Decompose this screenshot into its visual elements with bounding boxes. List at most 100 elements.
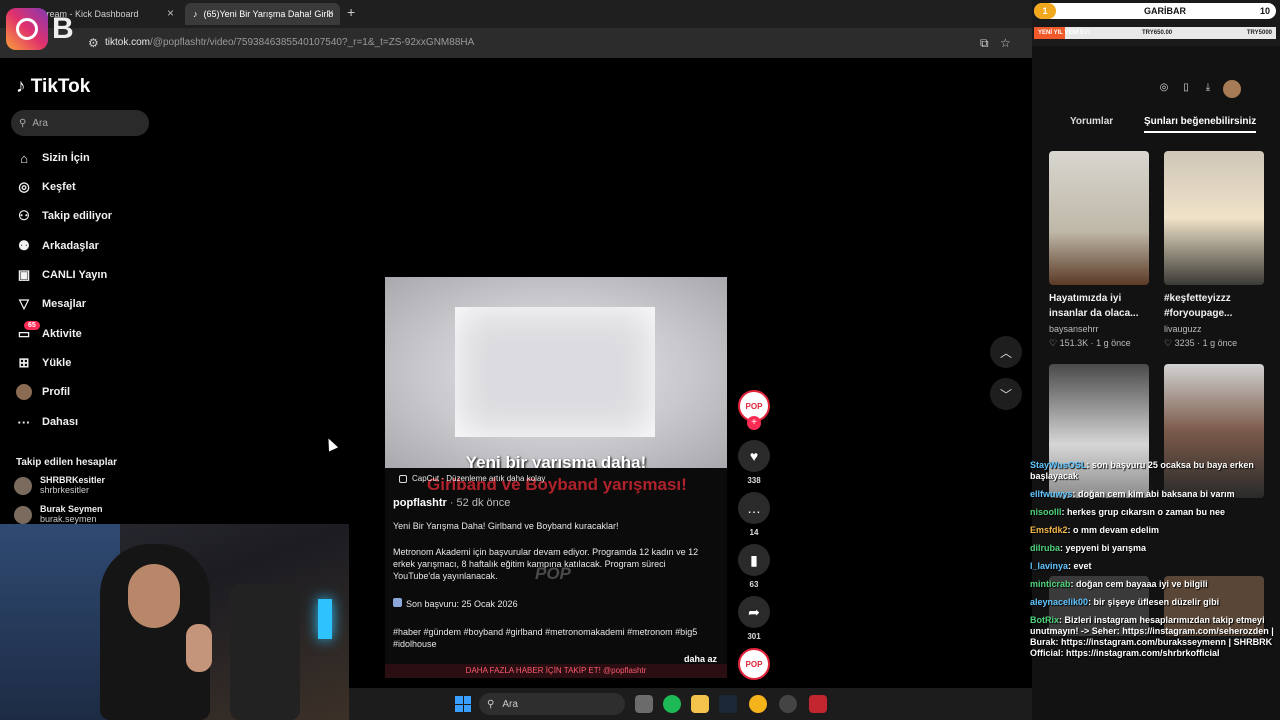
- chat-message: nisoolll: herkes grup cıkarsın o zaman b…: [1030, 507, 1280, 518]
- chat-username: nisoolll: [1030, 507, 1062, 517]
- previous-video-button[interactable]: ︿: [990, 336, 1022, 368]
- comment-button[interactable]: … 14: [738, 492, 770, 537]
- video-player[interactable]: Yeni bir yarışma daha!: [385, 277, 727, 468]
- chat-message: ellfwuwys: doğan cem kim abi baksana bi …: [1030, 489, 1280, 500]
- profile-avatar: [16, 384, 32, 400]
- nav-explore[interactable]: ◎ Keşfet: [16, 177, 76, 197]
- follow-plus-icon[interactable]: +: [747, 416, 761, 430]
- followed-account[interactable]: SHRBRKesitler shrbrkesitler: [14, 475, 105, 495]
- instagram-logo: [6, 8, 48, 50]
- b-logo: B: [52, 12, 74, 45]
- comment-count: 14: [749, 528, 759, 537]
- chat-message: StayWusOSL: son başvuru 25 ocaksa bu bay…: [1030, 460, 1280, 482]
- save-button[interactable]: ▮ 63: [738, 544, 770, 589]
- obs-icon[interactable]: [779, 695, 797, 713]
- url-path: /@popflashtr/video/7593846385540107540?_…: [150, 37, 475, 48]
- windows-start-icon[interactable]: [455, 696, 471, 712]
- capcut-link[interactable]: CapCut · Düzenleme artık daha kolay: [399, 474, 545, 483]
- chrome-icon[interactable]: [749, 695, 767, 713]
- like-button[interactable]: ♥ 338: [738, 440, 770, 485]
- avatar: [14, 506, 32, 524]
- chat-text: : Bizleri instagram hesaplarımızdan taki…: [1030, 615, 1274, 658]
- tiktok-logo[interactable]: ♪ TikTok: [16, 76, 90, 98]
- spotify-icon[interactable]: [663, 695, 681, 713]
- download-icon[interactable]: ⤓: [1201, 80, 1215, 94]
- creator-avatar-button[interactable]: POP +: [738, 390, 770, 430]
- heart-icon: ♡: [1164, 338, 1175, 348]
- chat-message: l_lavinya: evet: [1030, 561, 1280, 572]
- card-title[interactable]: #keşfetteyizzz #foryoupage...: [1164, 291, 1259, 321]
- steam-icon[interactable]: [719, 695, 737, 713]
- video-title: Yeni Bir Yarışma Daha! Girlband ve Boyba…: [393, 521, 619, 531]
- chat-username: minticrab: [1030, 579, 1071, 589]
- show-less-button[interactable]: daha az: [684, 654, 717, 664]
- account-name: Burak Seymen: [40, 504, 103, 514]
- nav-label: Takip ediliyor: [42, 210, 113, 222]
- deadline-text: Son başvuru: 25 Ocak 2026: [393, 598, 715, 610]
- save-count: 63: [749, 580, 759, 589]
- chat-text: : doğan cem kim abi baksana bi varım: [1072, 489, 1235, 499]
- notification-badge: 65: [24, 321, 40, 330]
- browser-tabbar: Stream - Kick Dashboard × ♪ (65)Yeni Bir…: [0, 0, 1032, 28]
- taskbar-search[interactable]: ⚲ Ara: [479, 693, 625, 715]
- mobile-icon[interactable]: ▯: [1179, 80, 1193, 94]
- task-view-icon[interactable]: [635, 695, 653, 713]
- stream-overlay-bar: 1 GARİBAR 10 YENİ YIL YENİ EV! TRY650.00…: [1032, 0, 1280, 46]
- address-field[interactable]: tiktok.com/@popflashtr/video/75938463855…: [105, 37, 474, 48]
- upload-icon: ⊞: [18, 355, 30, 370]
- goal-target: TRY5000: [1246, 30, 1272, 36]
- site-info-icon[interactable]: ⚙: [88, 36, 99, 50]
- search-input[interactable]: ⚲ Ara: [11, 110, 149, 136]
- tab-tiktok-video[interactable]: ♪ (65)Yeni Bir Yarışma Daha! Girlb ×: [185, 3, 340, 25]
- file-explorer-icon[interactable]: [691, 695, 709, 713]
- chat-message: Emsfdk2: o mm devam edelim: [1030, 525, 1280, 536]
- person-icon: ⚇: [18, 208, 30, 223]
- card-stats: ♡ 3235 · 1 g önce: [1164, 338, 1238, 348]
- share-button[interactable]: ➦ 301: [738, 596, 770, 641]
- garibar-level: 1: [1034, 3, 1056, 19]
- chevron-up-icon: ︿: [999, 345, 1012, 360]
- hashtags[interactable]: #haber #gündem #boyband #girlband #metro…: [393, 626, 715, 650]
- close-icon[interactable]: ×: [167, 6, 174, 20]
- nav-upload[interactable]: ⊞ Yükle: [16, 353, 72, 373]
- new-tab-icon[interactable]: +: [347, 4, 355, 20]
- chat-username: Emsfdk2: [1030, 525, 1068, 535]
- bookmark-star-icon[interactable]: ☆: [1000, 36, 1011, 50]
- next-video-button[interactable]: ﹀: [990, 378, 1022, 410]
- nav-friends[interactable]: ⚉ Arkadaşlar: [16, 236, 99, 256]
- nav-label: Yükle: [42, 357, 72, 369]
- streaming-app-icon[interactable]: [809, 695, 827, 713]
- nav-label: Mesajlar: [42, 298, 87, 310]
- right-panel-icons: ◎ ▯ ⤓: [1157, 80, 1241, 98]
- nav-messages[interactable]: ▽ Mesajlar: [16, 294, 86, 314]
- card-author[interactable]: baysansehrr: [1049, 324, 1099, 334]
- recommended-video-thumbnail[interactable]: [1049, 151, 1149, 285]
- card-author[interactable]: livauguzz: [1164, 324, 1202, 334]
- nav-following[interactable]: ⚇ Takip ediliyor: [16, 206, 112, 226]
- recommended-video-thumbnail[interactable]: [1164, 151, 1264, 285]
- card-title[interactable]: Hayatımızda iyi insanlar da olaca...: [1049, 291, 1144, 321]
- chat-username: aleynacelik00: [1030, 597, 1089, 607]
- garibar-target: 10: [1259, 6, 1270, 16]
- heart-icon: ♥: [738, 440, 770, 472]
- nav-more[interactable]: ··· Dahası: [16, 412, 79, 432]
- user-avatar[interactable]: [1223, 80, 1241, 98]
- nav-live[interactable]: ▣ CANLI Yayın: [16, 265, 107, 285]
- install-icon[interactable]: ⧉: [980, 36, 989, 51]
- nav-label: Keşfet: [42, 181, 76, 193]
- close-icon[interactable]: ×: [327, 6, 334, 20]
- video-author[interactable]: popflashtr · 52 dk önce: [393, 497, 510, 509]
- followed-account[interactable]: Burak Seymen burak.seymen: [14, 504, 103, 524]
- nav-for-you[interactable]: ⌂ Sizin İçin: [16, 148, 90, 168]
- chat-text: : bir şişeye üflesen düzelir gibi: [1088, 597, 1220, 607]
- sound-avatar-button[interactable]: POP: [738, 648, 770, 680]
- nav-profile[interactable]: Profil: [16, 382, 70, 402]
- sound-avatar: POP: [738, 648, 770, 680]
- tab-recommended[interactable]: Şunları beğenebilirsiniz: [1144, 116, 1257, 133]
- compass-icon[interactable]: ◎: [1157, 80, 1171, 94]
- tab-comments[interactable]: Yorumlar: [1070, 116, 1113, 127]
- garibar-label: GARİBAR: [1144, 6, 1186, 16]
- nav-label: Aktivite: [42, 328, 82, 340]
- nav-activity[interactable]: ▭ 65 Aktivite: [16, 321, 82, 344]
- chat-text: : herkes grup cıkarsın o zaman bu nee: [1061, 507, 1226, 517]
